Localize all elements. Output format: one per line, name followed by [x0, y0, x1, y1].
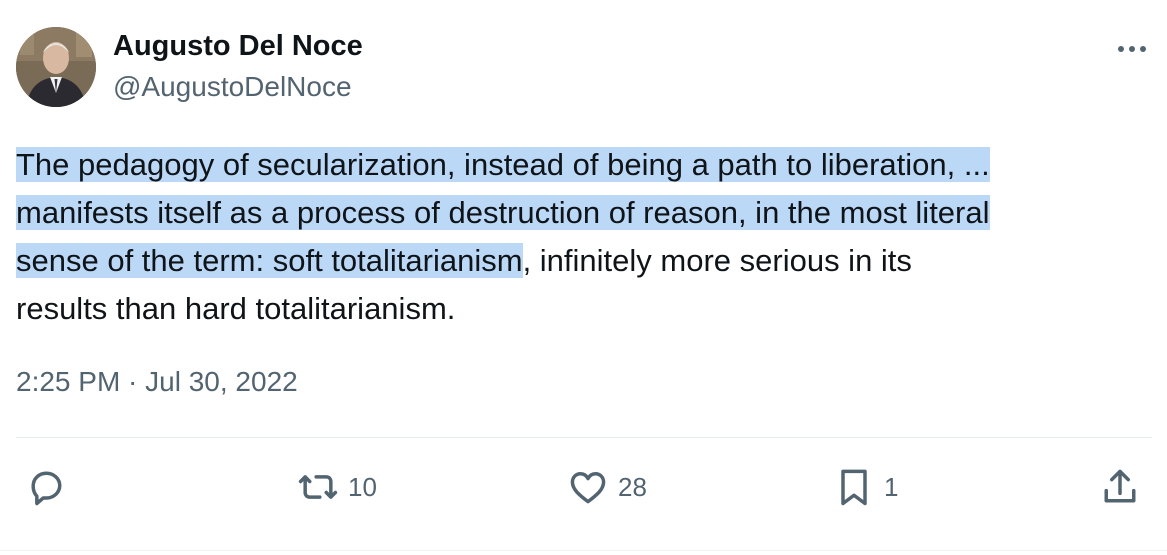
tweet-card: Augusto Del Noce @AugustoDelNoce The ped…	[0, 0, 1167, 555]
more-horizontal-icon	[1118, 46, 1146, 52]
highlighted-text: sense of the term: soft totalitarianism	[16, 243, 523, 278]
highlighted-text: The pedagogy of secularization, instead …	[16, 147, 990, 182]
more-options-button[interactable]	[1110, 32, 1154, 66]
share-button[interactable]	[1098, 462, 1142, 512]
author-name[interactable]: Augusto Del Noce	[113, 29, 363, 63]
divider	[16, 437, 1152, 438]
tweet-text: The pedagogy of secularization, instead …	[16, 141, 1156, 333]
share-icon	[1104, 469, 1136, 503]
reply-icon	[31, 471, 62, 506]
tweet-text-line: manifests itself as a process of destruc…	[16, 189, 1156, 237]
retweet-button[interactable]: 10	[296, 462, 377, 512]
tweet-text-line: The pedagogy of secularization, instead …	[16, 141, 1156, 189]
tweet-text-line: results than hard totalitarianism.	[16, 285, 1156, 333]
retweet-icon	[298, 475, 338, 499]
plain-text: , infinitely more serious in its	[522, 243, 912, 278]
retweet-count: 10	[348, 472, 377, 502]
avatar-image	[16, 27, 96, 107]
tweet-text-line: sense of the term: soft totalitarianism,…	[16, 237, 1156, 285]
bookmark-count: 1	[884, 472, 899, 502]
reply-button[interactable]	[24, 462, 68, 512]
like-button[interactable]: 28	[566, 462, 647, 512]
bookmark-button[interactable]: 1	[832, 462, 898, 512]
heart-icon	[570, 472, 606, 504]
highlighted-text: manifests itself as a process of destruc…	[16, 195, 990, 230]
tweet-timestamp[interactable]: 2:25 PM · Jul 30, 2022	[16, 364, 298, 400]
avatar[interactable]	[16, 27, 96, 107]
plain-text: results than hard totalitarianism.	[16, 291, 456, 326]
bookmark-icon	[841, 469, 867, 506]
bottom-border	[0, 550, 1167, 551]
like-count: 28	[618, 472, 647, 502]
author-handle[interactable]: @AugustoDelNoce	[113, 70, 352, 104]
